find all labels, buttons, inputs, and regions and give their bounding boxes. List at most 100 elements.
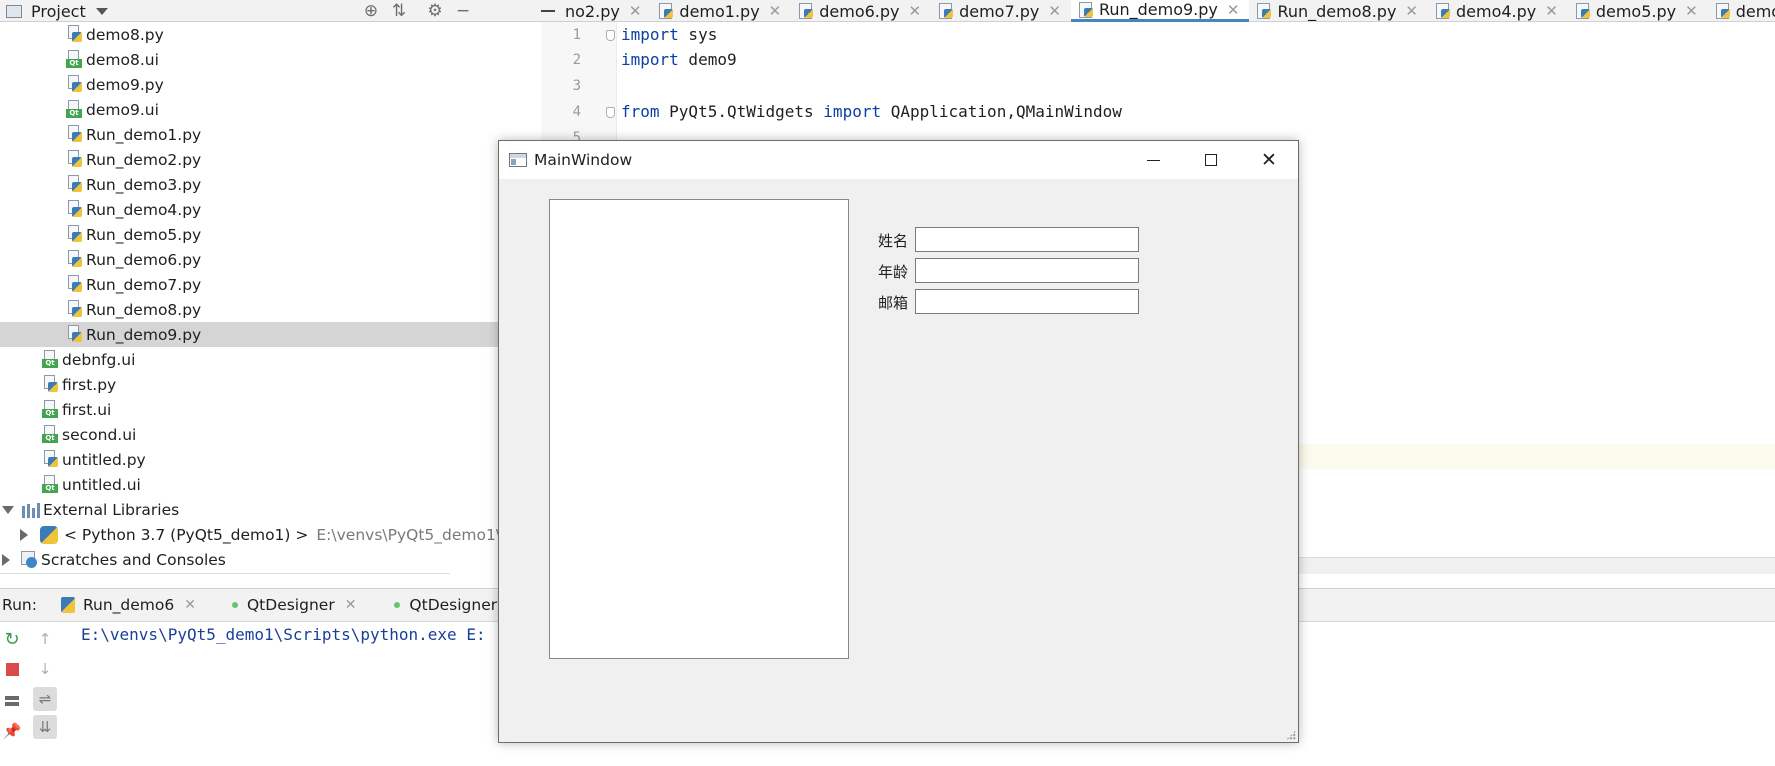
- tree-file-item[interactable]: untitled.py: [0, 447, 541, 472]
- close-icon[interactable]: ✕: [1545, 2, 1558, 20]
- tree-file-item[interactable]: demo8.py: [0, 22, 541, 47]
- arrow-up-icon[interactable]: ↑: [33, 627, 57, 651]
- window-app-icon: [509, 153, 527, 167]
- close-icon[interactable]: ✕: [345, 597, 357, 613]
- editor-tab[interactable]: demo5.py ✕: [1568, 0, 1708, 22]
- python-sdk-label: < Python 3.7 (PyQt5_demo1) >: [64, 525, 309, 544]
- tree-file-item[interactable]: Run_demo2.py: [0, 147, 541, 172]
- hide-panel-icon[interactable]: −: [452, 0, 474, 22]
- console-toolbar: ↑ ↓ ⇌ ⇊: [29, 623, 63, 766]
- editor-tab[interactable]: demo3.py: [1708, 0, 1775, 22]
- tree-file-item[interactable]: Run_demo7.py: [0, 272, 541, 297]
- tree-scratches[interactable]: Scratches and Consoles: [0, 547, 541, 572]
- project-panel-title[interactable]: Project: [31, 2, 86, 21]
- close-icon[interactable]: ✕: [769, 2, 782, 20]
- tree-file-item[interactable]: demo9.py: [0, 72, 541, 97]
- close-icon[interactable]: ✕: [629, 2, 642, 20]
- chevron-down-icon[interactable]: [2, 505, 14, 514]
- editor-tab[interactable]: demo7.py ✕: [931, 0, 1071, 22]
- close-icon[interactable]: ✕: [909, 2, 922, 20]
- run-tab-label: QtDesigner: [246, 596, 335, 614]
- arrow-down-icon[interactable]: ↓: [33, 657, 57, 681]
- collapse-all-icon[interactable]: ⇅: [388, 0, 410, 22]
- external-libraries-label: External Libraries: [43, 500, 180, 519]
- tree-file-item[interactable]: Run_demo8.py: [0, 297, 541, 322]
- line-number: 1: [572, 27, 581, 43]
- tree-file-item[interactable]: Run_demo4.py: [0, 197, 541, 222]
- code-line: import sys: [621, 25, 718, 44]
- tree-file-item[interactable]: Run_demo5.py: [0, 222, 541, 247]
- chevron-right-icon[interactable]: [20, 528, 28, 541]
- editor-tab-label: Run_demo8.py: [1277, 1, 1397, 21]
- tree-file-item[interactable]: Qt demo9.ui: [0, 97, 541, 122]
- editor-tab-label: demo1.py: [679, 1, 760, 21]
- file-name: debnfg.ui: [62, 350, 136, 369]
- close-icon[interactable]: ✕: [1685, 2, 1698, 20]
- scroll-to-end-icon[interactable]: ⇊: [33, 715, 57, 739]
- tree-file-item[interactable]: Run_demo3.py: [0, 172, 541, 197]
- tree-file-item[interactable]: Qt debnfg.ui: [0, 347, 541, 372]
- window-titlebar[interactable]: MainWindow ✕: [499, 141, 1298, 179]
- soft-wrap-icon[interactable]: ⇌: [33, 687, 57, 711]
- close-icon[interactable]: ✕: [1048, 2, 1061, 20]
- email-field[interactable]: [915, 289, 1139, 314]
- stop-icon[interactable]: [0, 657, 24, 681]
- file-name: first.py: [62, 375, 117, 394]
- tree-file-item-selected[interactable]: Run_demo9.py: [0, 322, 541, 347]
- minimize-button[interactable]: [1124, 141, 1182, 179]
- tree-file-item[interactable]: Run_demo1.py: [0, 122, 541, 147]
- tree-file-item[interactable]: Qt untitled.ui: [0, 472, 541, 497]
- close-icon: ✕: [1261, 148, 1277, 171]
- name-field[interactable]: [915, 227, 1139, 252]
- fold-marker-icon[interactable]: [606, 30, 615, 41]
- tree-file-item[interactable]: Qt second.ui: [0, 422, 541, 447]
- editor-tab-label: demo6.py: [819, 1, 900, 21]
- file-name: Run_demo2.py: [86, 150, 202, 169]
- chevron-right-icon[interactable]: [2, 553, 10, 566]
- file-name: Run_demo8.py: [86, 300, 202, 319]
- pin-icon[interactable]: 📌: [0, 719, 24, 743]
- tree-file-item[interactable]: Qt demo8.ui: [0, 47, 541, 72]
- resize-grip-icon[interactable]: [1286, 730, 1296, 740]
- file-name: demo9.ui: [86, 100, 159, 119]
- chevron-down-icon[interactable]: [95, 7, 108, 15]
- python-file-icon: [66, 75, 83, 94]
- editor-tab[interactable]: Run_demo8.py ✕: [1249, 0, 1428, 22]
- editor-tab[interactable]: no2.py ✕: [541, 0, 651, 22]
- tree-file-item[interactable]: first.py: [0, 372, 541, 397]
- tree-python-sdk[interactable]: < Python 3.7 (PyQt5_demo1) > E:\venvs\Py…: [0, 522, 541, 547]
- python-file-icon: [1078, 1, 1093, 18]
- locate-icon[interactable]: ⊕: [360, 0, 382, 22]
- python-file-icon: [939, 3, 954, 19]
- layout-icon[interactable]: [0, 689, 24, 713]
- run-tab[interactable]: QtDesigner ✕: [231, 596, 357, 614]
- file-name: first.ui: [62, 400, 112, 419]
- file-name: Run_demo4.py: [86, 200, 202, 219]
- horizontal-scrollbar[interactable]: [0, 573, 450, 574]
- rerun-icon[interactable]: ↻: [0, 627, 24, 651]
- tree-file-item[interactable]: Qt first.ui: [0, 397, 541, 422]
- fold-marker-icon[interactable]: [606, 107, 615, 118]
- tree-external-libraries[interactable]: External Libraries: [0, 497, 541, 522]
- gear-icon[interactable]: ⚙: [424, 0, 446, 22]
- python-file-icon: [1575, 3, 1590, 19]
- close-icon[interactable]: ✕: [184, 597, 196, 613]
- close-button[interactable]: ✕: [1240, 141, 1298, 179]
- maximize-button[interactable]: [1182, 141, 1240, 179]
- editor-tab[interactable]: demo6.py ✕: [791, 0, 931, 22]
- editor-tab[interactable]: demo1.py ✕: [651, 0, 791, 22]
- python-file-icon: [66, 325, 83, 344]
- list-widget[interactable]: [549, 199, 849, 659]
- age-field[interactable]: [915, 258, 1139, 283]
- qt-ui-file-icon: Qt: [42, 425, 59, 444]
- run-tab[interactable]: Run_demo6 ✕: [60, 596, 196, 614]
- tree-file-item[interactable]: Run_demo6.py: [0, 247, 541, 272]
- console-output: E:\venvs\PyQt5_demo1\Scripts\python.exe …: [81, 625, 486, 644]
- project-tree: demo8.py Qt demo8.ui demo9.py Qt demo9.u…: [0, 22, 541, 574]
- line-number: 2: [572, 52, 581, 68]
- close-icon[interactable]: ✕: [1227, 1, 1240, 19]
- editor-tab[interactable]: demo4.py ✕: [1428, 0, 1568, 22]
- editor-tab-active[interactable]: Run_demo9.py ✕: [1070, 0, 1250, 22]
- close-icon[interactable]: ✕: [1405, 2, 1418, 20]
- code-line: from PyQt5.QtWidgets import QApplication…: [621, 102, 1122, 121]
